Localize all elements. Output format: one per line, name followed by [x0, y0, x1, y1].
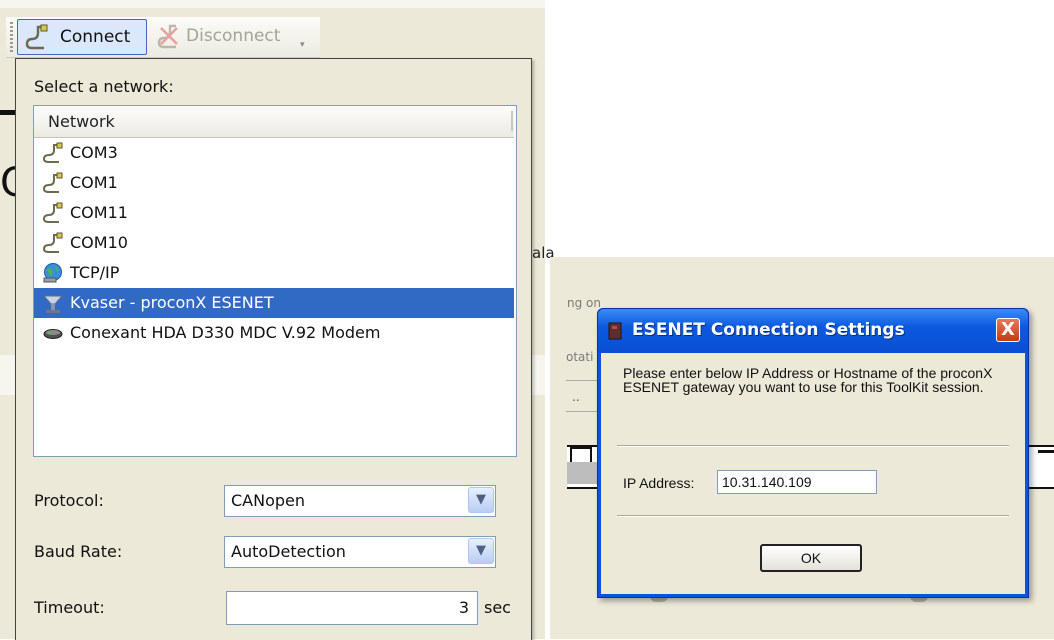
timeout-input[interactable]: 3 — [226, 591, 478, 625]
dialog-body: Please enter below IP Address or Hostnam… — [601, 353, 1025, 594]
serial-cable-icon — [42, 202, 63, 223]
modem-icon — [43, 329, 63, 339]
column-separator[interactable] — [511, 111, 513, 131]
select-network-label: Select a network: — [34, 77, 174, 96]
window-top-strip — [0, 0, 545, 8]
network-item-label: COM1 — [70, 173, 118, 192]
network-item-com10[interactable]: COM10 — [34, 228, 514, 258]
toolbar-overflow-icon[interactable]: ▾ — [300, 40, 312, 54]
network-item-label: Conexant HDA D330 MDC V.92 Modem — [70, 323, 381, 342]
baud-rate-label: Baud Rate: — [34, 542, 123, 561]
dialog-titlebar[interactable]: ESENET Connection Settings X — [598, 309, 1028, 353]
close-button[interactable]: X — [996, 318, 1020, 342]
ok-button[interactable]: OK — [760, 544, 862, 572]
dialog-title: ESENET Connection Settings — [632, 320, 905, 340]
network-item-com3[interactable]: COM3 — [34, 138, 514, 168]
network-item-com11[interactable]: COM11 — [34, 198, 514, 228]
connect-button[interactable]: Connect — [17, 19, 147, 55]
network-adapter-icon — [42, 295, 64, 313]
baud-rate-value: AutoDetection — [231, 542, 346, 561]
ip-address-label: IP Address: — [623, 475, 695, 491]
background-fragment-text: ng on — [567, 296, 601, 310]
timeout-value: 3 — [458, 598, 469, 617]
protocol-value: CANopen — [231, 491, 306, 510]
chevron-down-icon[interactable]: ▼ — [468, 538, 494, 564]
protocol-select[interactable]: CANopen ▼ — [224, 485, 496, 517]
timeout-unit: sec — [484, 598, 511, 617]
baud-rate-select[interactable]: AutoDetection ▼ — [224, 536, 496, 568]
dialog-message: Please enter below IP Address or Hostnam… — [623, 365, 993, 395]
network-item-label: Kvaser - proconX ESENET — [70, 293, 274, 312]
background-fragment-text: otati — [566, 350, 594, 364]
network-item-tcpip[interactable]: TCP/IP — [34, 258, 514, 288]
serial-cable-icon — [25, 24, 48, 50]
disconnect-icon — [157, 24, 178, 49]
network-item-label: COM11 — [70, 203, 128, 222]
timeout-label: Timeout: — [34, 598, 105, 617]
protocol-label: Protocol: — [34, 491, 104, 510]
background-fragment-block — [567, 462, 597, 484]
disconnect-label: Disconnect — [186, 26, 281, 46]
serial-cable-icon — [42, 232, 63, 253]
divider — [617, 445, 1009, 447]
serial-cable-icon — [42, 172, 63, 193]
ip-address-input[interactable] — [717, 470, 877, 494]
serial-cable-icon — [42, 142, 63, 163]
toolbar-grip[interactable] — [10, 22, 13, 52]
disconnect-button[interactable]: Disconnect — [150, 19, 290, 53]
network-item-kvaser-esenet[interactable]: Kvaser - proconX ESENET — [34, 288, 514, 318]
network-item-label: COM3 — [70, 143, 118, 162]
network-item-label: TCP/IP — [70, 263, 120, 282]
network-item-conexant-modem[interactable]: Conexant HDA D330 MDC V.92 Modem — [34, 318, 514, 348]
network-item-label: COM10 — [70, 233, 128, 252]
column-header-network: Network — [48, 112, 115, 131]
connect-label: Connect — [60, 27, 131, 47]
esenet-connection-dialog: ESENET Connection Settings X Please ente… — [597, 308, 1029, 598]
globe-network-icon — [43, 263, 62, 283]
divider — [617, 515, 1009, 517]
device-icon — [608, 322, 622, 340]
close-icon: X — [1001, 319, 1015, 340]
chevron-down-icon[interactable]: ▼ — [468, 487, 494, 513]
network-list[interactable]: Network COM3 COM1 COM11 COM10 TCP/IP Kva… — [33, 105, 517, 457]
network-item-com1[interactable]: COM1 — [34, 168, 514, 198]
list-header[interactable]: Network — [34, 106, 514, 138]
network-dropdown: Select a network: Network COM3 COM1 COM1… — [15, 58, 532, 640]
background-fragment-line — [1038, 450, 1054, 453]
